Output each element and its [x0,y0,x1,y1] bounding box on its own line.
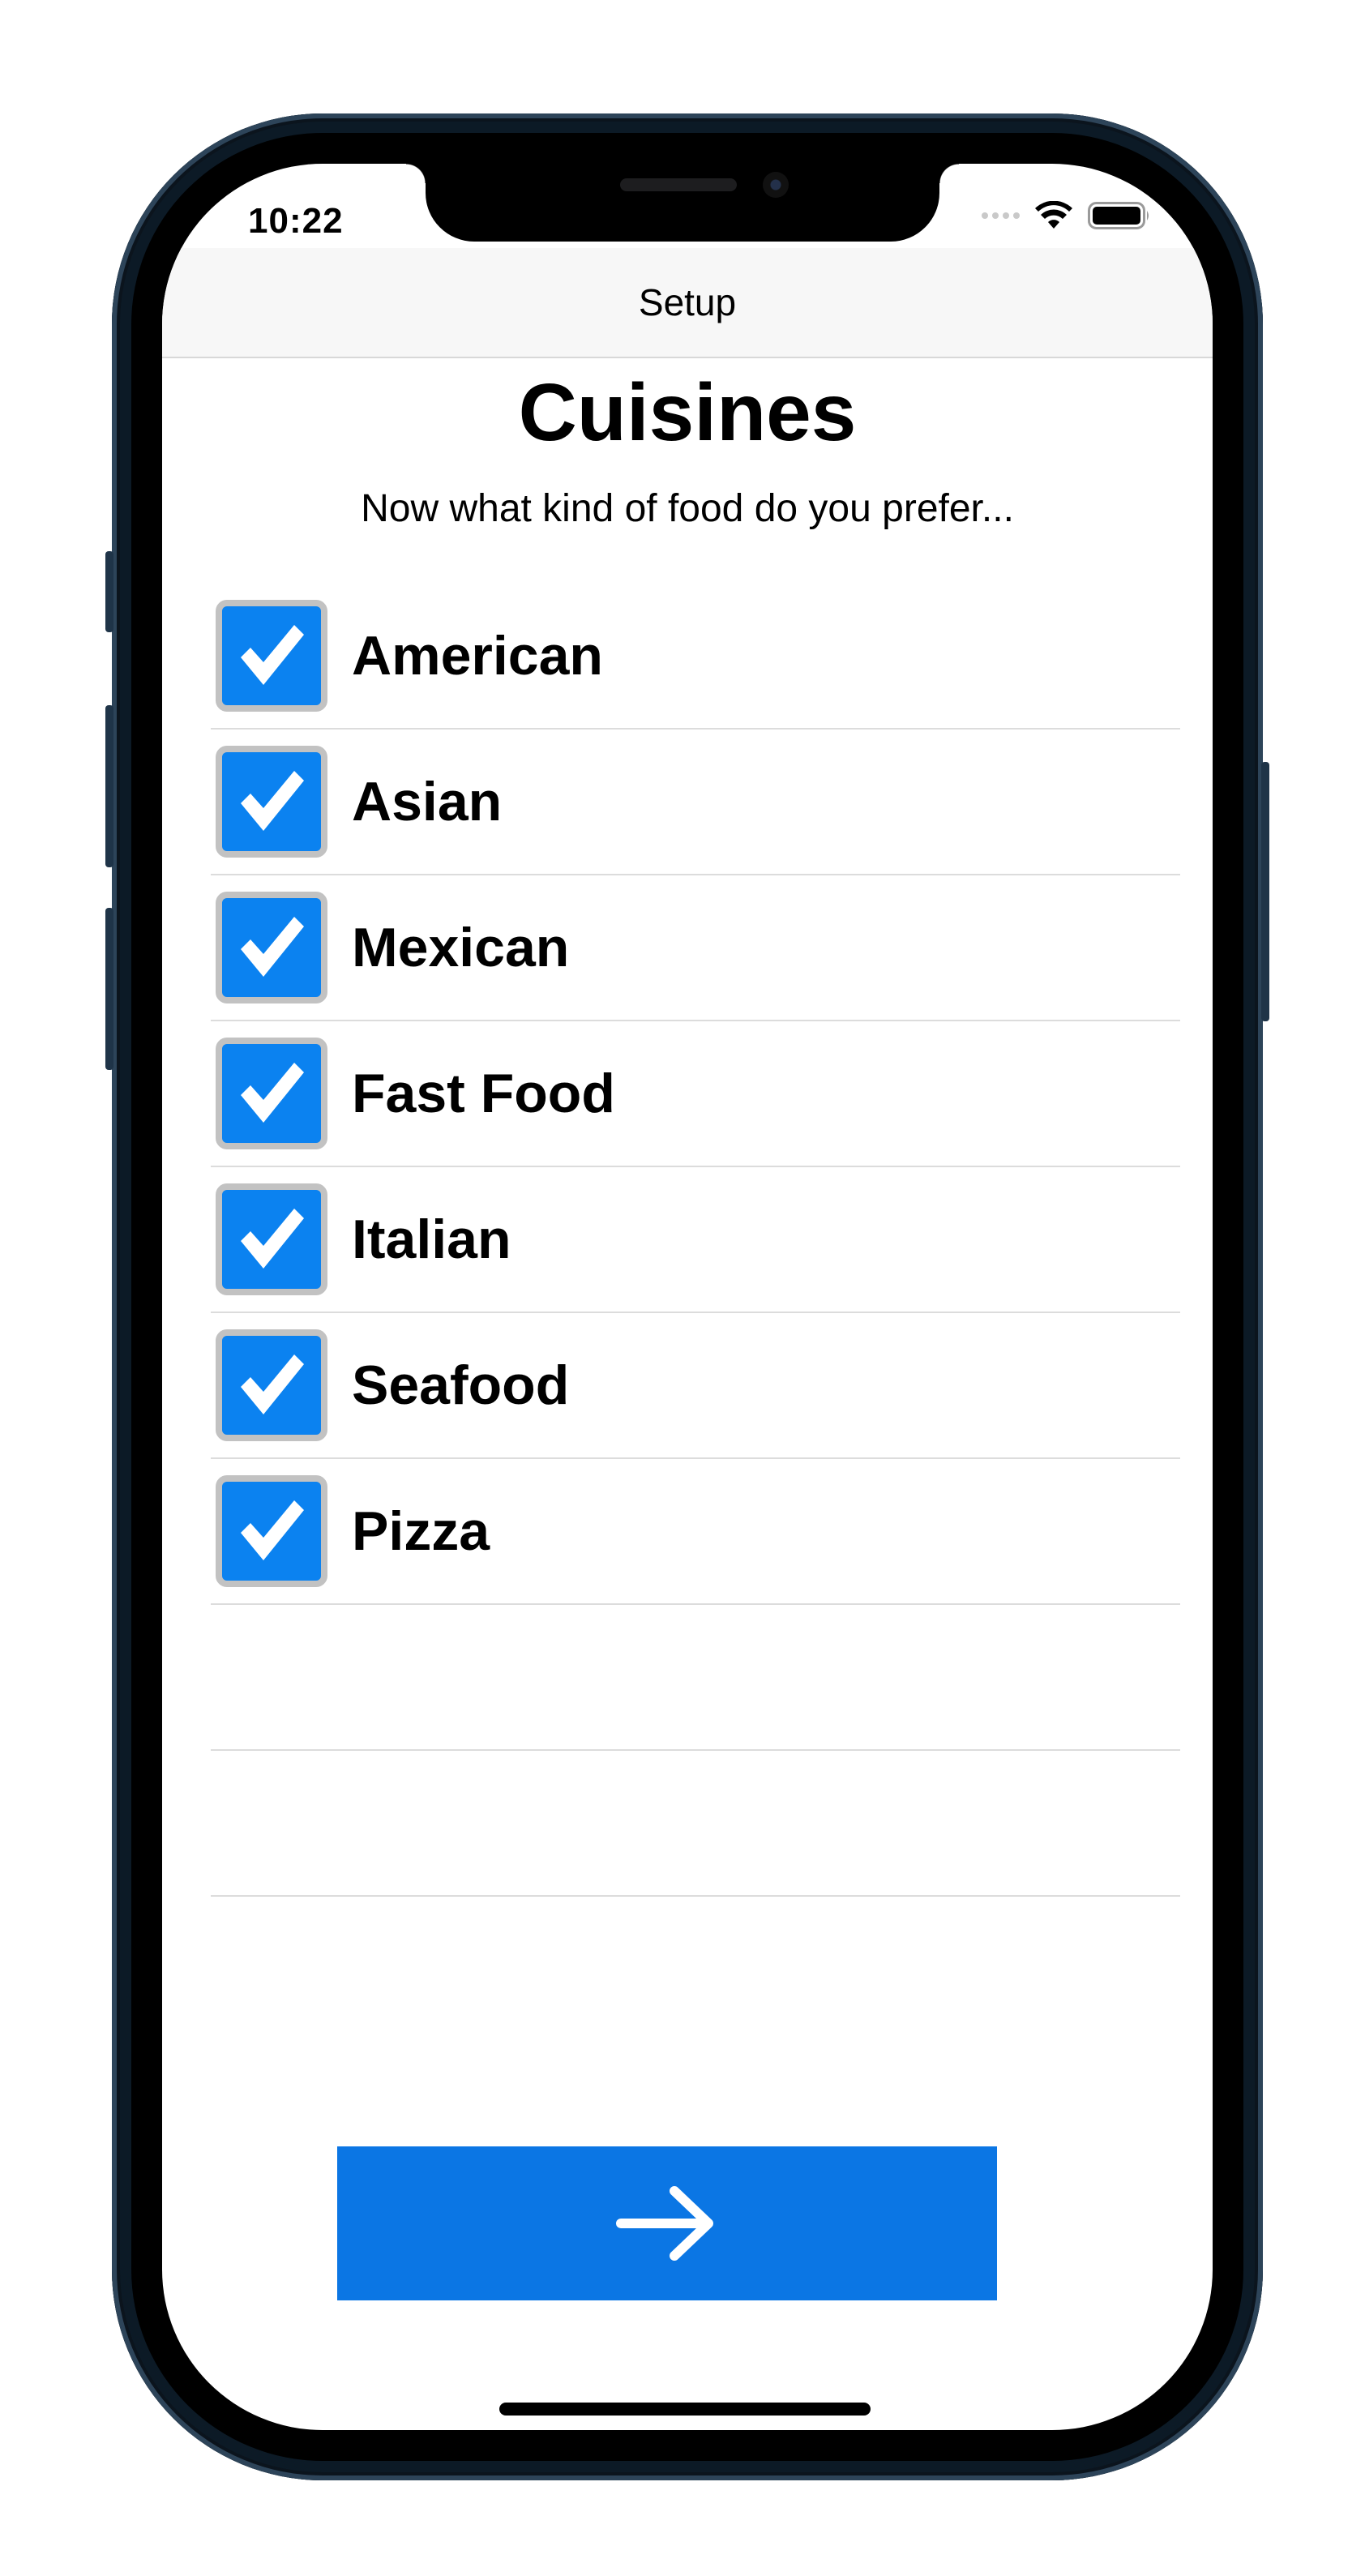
checkbox-pizza[interactable] [216,1475,327,1587]
front-camera [763,172,789,198]
checkmark-icon [241,1063,304,1123]
list-item-label: Italian [352,1209,511,1270]
page-title: Cuisines [518,367,857,458]
status-icons [982,201,1151,230]
list-item-label: Fast Food [352,1063,615,1124]
list-item-american[interactable]: American [211,584,1180,730]
volume-up-button [105,705,113,867]
phone-device: 10:22 Setup Cuisines Now what kind of fo… [105,113,1269,2480]
list-item-label: Asian [352,771,503,832]
checkmark-icon [241,917,304,977]
arrow-right-icon [616,2186,713,2261]
list-item-pizza[interactable]: Pizza [211,1459,1180,1605]
cuisine-list: American Asian Mexican Fast Food Italian… [211,584,1180,1897]
list-item-label: Pizza [352,1500,490,1562]
wifi-icon [1035,201,1072,229]
checkbox-italian[interactable] [216,1183,327,1295]
list-item-mexican[interactable]: Mexican [211,875,1180,1021]
list-item-fast-food[interactable]: Fast Food [211,1021,1180,1167]
checkmark-icon [241,1354,304,1414]
checkbox-mexican[interactable] [216,892,327,1003]
next-button[interactable] [337,2146,997,2300]
volume-down-button [105,908,113,1070]
checkbox-asian[interactable] [216,746,327,858]
checkbox-fast-food[interactable] [216,1038,327,1149]
checkbox-seafood[interactable] [216,1329,327,1441]
navigation-bar: Setup [162,248,1213,358]
silent-switch [105,551,113,632]
battery-icon [1088,202,1149,229]
notch [406,164,959,242]
list-item-asian[interactable]: Asian [211,730,1180,875]
list-item-label: Seafood [352,1354,570,1416]
nav-title: Setup [638,281,737,323]
page-subtitle: Now what kind of food do you prefer... [361,487,1014,530]
phone-screen: 10:22 Setup Cuisines Now what kind of fo… [162,164,1213,2430]
list-item-label: Mexican [352,917,570,978]
power-button [1261,762,1269,1021]
speaker-grille [620,178,737,191]
checkmark-icon [241,771,304,831]
empty-list-row [211,1605,1180,1751]
checkmark-icon [241,1209,304,1269]
checkbox-american[interactable] [216,600,327,712]
home-indicator [499,2403,871,2416]
status-time: 10:22 [248,201,344,241]
empty-list-row [211,1751,1180,1897]
list-item-italian[interactable]: Italian [211,1167,1180,1313]
cellular-signal-icon [982,212,1020,219]
list-item-seafood[interactable]: Seafood [211,1313,1180,1459]
phone-bezel: 10:22 Setup Cuisines Now what kind of fo… [131,133,1243,2461]
checkmark-icon [241,1500,304,1560]
list-item-label: American [352,625,603,687]
checkmark-icon [241,625,304,685]
